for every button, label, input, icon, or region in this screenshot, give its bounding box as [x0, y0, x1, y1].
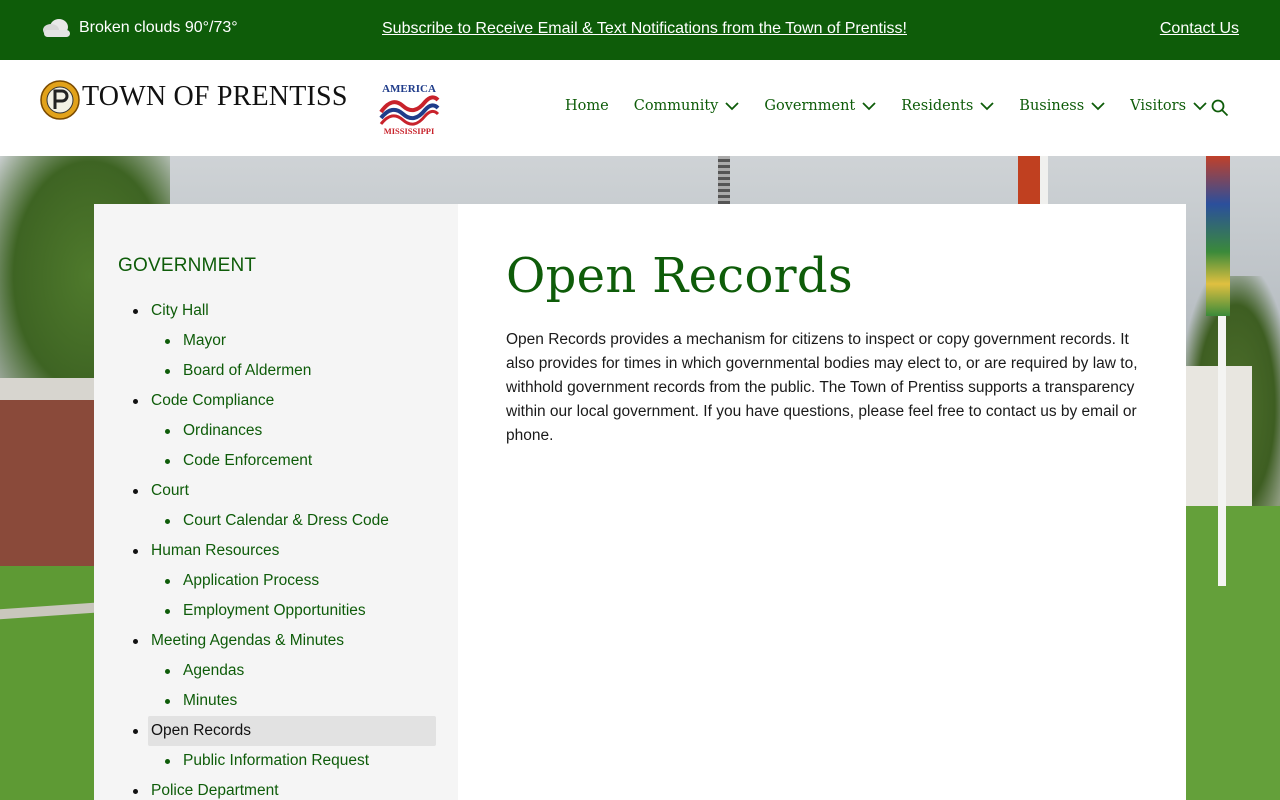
- nav-community-label: Community: [633, 98, 719, 114]
- sidebar-item-code-compliance[interactable]: Code Compliance: [118, 386, 436, 416]
- chevron-down-icon: [862, 102, 876, 111]
- bullet-icon: [133, 789, 138, 794]
- building-roof: [0, 378, 94, 400]
- sidebar-item-court[interactable]: Court: [118, 476, 436, 506]
- sidebar-item-label: Code Compliance: [151, 392, 275, 409]
- main-nav: Home Community Government Residents Busi…: [565, 98, 1232, 114]
- bullet-icon: [133, 489, 138, 494]
- bullet-icon: [133, 309, 138, 314]
- main-content: Open Records Open Records provides a mec…: [458, 204, 1186, 800]
- page-title: Open Records: [506, 248, 853, 304]
- sidebar-item-label: Application Process: [183, 572, 320, 589]
- bullet-icon: [165, 609, 170, 614]
- sidebar-item-label: Board of Aldermen: [183, 362, 312, 379]
- sidebar-item-board-of-aldermen[interactable]: Board of Aldermen: [118, 356, 436, 386]
- sidebar-item-label: Public Information Request: [183, 752, 370, 769]
- sidebar-item-label: Minutes: [183, 692, 238, 709]
- sidebar-item-city-hall[interactable]: City Hall: [118, 296, 436, 326]
- sidebar-item-label: Mayor: [183, 332, 227, 349]
- top-bar: Broken clouds 90°/73° Subscribe to Recei…: [0, 0, 1280, 60]
- section-sidebar: GOVERNMENT City Hall Mayor Board of Alderm…: [94, 204, 458, 800]
- sidebar-item-public-information-request[interactable]: Public Information Request: [118, 746, 436, 776]
- sidebar-menu: City Hall Mayor Board of Aldermen Code Comp…: [118, 296, 436, 800]
- sidebar-item-employment-opportunities[interactable]: Employment Opportunities: [118, 596, 436, 626]
- sidebar-item-ordinances[interactable]: Ordinances: [118, 416, 436, 446]
- subscribe-link[interactable]: Subscribe to Receive Email & Text Notifi…: [382, 20, 907, 38]
- sidebar-item-court-calendar-and-dress-code[interactable]: Court Calendar & Dress Code: [118, 506, 436, 536]
- site-title[interactable]: TOWN OF PRENTISS: [82, 81, 348, 113]
- sidebar-item-meeting-agendas-and-minutes[interactable]: Meeting Agendas & Minutes: [118, 626, 436, 656]
- bullet-icon: [133, 549, 138, 554]
- weather-widget: Broken clouds 90°/73°: [40, 17, 238, 39]
- lawn-left: [0, 566, 94, 800]
- nav-residents-label: Residents: [901, 98, 974, 114]
- bullet-icon: [165, 519, 170, 524]
- sidebar-item-open-records[interactable]: Open Records: [118, 716, 436, 746]
- chevron-down-icon: [1193, 102, 1207, 111]
- nav-residents[interactable]: Residents: [901, 98, 994, 114]
- svg-text:MISSISSIPPI: MISSISSIPPI: [384, 126, 435, 136]
- nav-business-label: Business: [1019, 98, 1085, 114]
- chevron-down-icon: [980, 102, 994, 111]
- flagpole-mid: [1040, 156, 1048, 206]
- nav-community[interactable]: Community: [634, 98, 740, 114]
- bullet-icon: [165, 699, 170, 704]
- sidebar-item-human-resources[interactable]: Human Resources: [118, 536, 436, 566]
- sidebar-item-police-department[interactable]: Police Department: [118, 776, 436, 800]
- america250-logo[interactable]: AMERICA MISSISSIPPI: [378, 82, 440, 136]
- sidebar-item-label: Code Enforcement: [183, 452, 313, 469]
- page-body-text: Open Records provides a mechanism for ci…: [506, 331, 1138, 444]
- bullet-icon: [165, 759, 170, 764]
- chevron-down-icon: [725, 102, 740, 111]
- nav-government-label: Government: [764, 98, 856, 114]
- sidebar-item-label: Court Calendar & Dress Code: [183, 512, 389, 529]
- cloud-icon: [43, 19, 70, 37]
- sidebar-item-label: Meeting Agendas & Minutes: [151, 632, 345, 649]
- nav-business[interactable]: Business: [1019, 98, 1105, 114]
- brick-building: [0, 378, 94, 568]
- site-header: TOWN OF PRENTISS AMERICA MISSISSIPPI Hom…: [0, 60, 1280, 156]
- bullet-icon: [165, 669, 170, 674]
- weather-text: Broken clouds 90°/73°: [79, 19, 238, 36]
- nav-government[interactable]: Government: [764, 98, 876, 114]
- bullet-icon: [133, 399, 138, 404]
- chevron-down-icon: [1091, 102, 1105, 111]
- radio-tower: [718, 156, 730, 204]
- flag-right: [1206, 156, 1230, 316]
- bullet-icon: [165, 429, 170, 434]
- lawn-right: [1186, 506, 1280, 800]
- sidebar-item-label: Open Records: [151, 722, 251, 739]
- sidebar-item-application-process[interactable]: Application Process: [118, 566, 436, 596]
- nav-visitors[interactable]: Visitors: [1130, 98, 1207, 114]
- nav-home[interactable]: Home: [565, 98, 609, 114]
- contact-us-link[interactable]: Contact Us: [1160, 20, 1239, 38]
- sidebar-item-label: Court: [151, 482, 189, 499]
- bullet-icon: [165, 369, 170, 374]
- sidebar-item-label: Employment Opportunities: [183, 602, 366, 619]
- sidebar-heading: GOVERNMENT: [118, 255, 257, 276]
- svg-text:AMERICA: AMERICA: [382, 83, 436, 95]
- town-seal-logo[interactable]: [40, 80, 80, 120]
- sidebar-item-label: Agendas: [183, 662, 245, 679]
- sidebar-item-agendas[interactable]: Agendas: [118, 656, 436, 686]
- sidebar-item-minutes[interactable]: Minutes: [118, 686, 436, 716]
- nav-home-label: Home: [565, 98, 609, 114]
- sidebar-item-label: City Hall: [151, 302, 209, 319]
- sidebar-item-label: Human Resources: [151, 542, 280, 559]
- bullet-icon: [133, 729, 138, 734]
- bullet-icon: [165, 339, 170, 344]
- search-icon[interactable]: [1211, 99, 1229, 117]
- sidebar-item-label: Police Department: [151, 782, 279, 799]
- sidebar-item-code-enforcement[interactable]: Code Enforcement: [118, 446, 436, 476]
- sidebar-item-label: Ordinances: [183, 422, 263, 439]
- sidebar-item-mayor[interactable]: Mayor: [118, 326, 436, 356]
- bullet-icon: [133, 639, 138, 644]
- bullet-icon: [165, 459, 170, 464]
- bullet-icon: [165, 579, 170, 584]
- nav-visitors-label: Visitors: [1130, 98, 1187, 114]
